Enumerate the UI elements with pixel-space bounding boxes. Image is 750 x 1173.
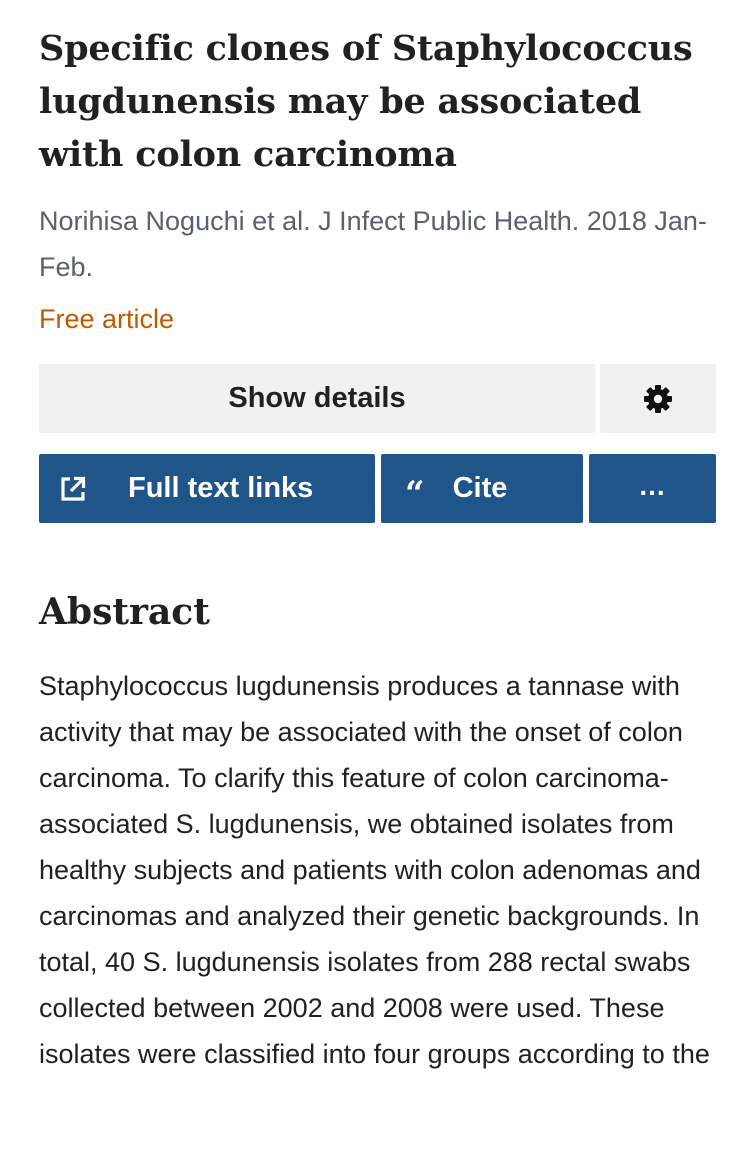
abstract-heading: Abstract: [39, 591, 210, 633]
article-citation: Norihisa Noguchi et al. J Infect Public …: [39, 206, 707, 282]
show-details-label: Show details: [228, 382, 406, 414]
article-title[interactable]: Specific clones of Staphylococcus lugdun…: [39, 22, 716, 181]
free-article-badge: Free article: [39, 304, 175, 334]
full-text-links-label: Full text links: [128, 472, 314, 504]
cite-button[interactable]: “ Cite: [381, 454, 583, 523]
more-icon: ...: [639, 469, 666, 501]
more-actions-button[interactable]: ...: [589, 454, 716, 523]
external-link-icon: [60, 476, 86, 502]
gear-icon: [643, 384, 673, 414]
cite-label: Cite: [452, 472, 508, 504]
full-text-links-button[interactable]: Full text links: [39, 454, 375, 523]
show-details-button[interactable]: Show details: [39, 364, 595, 433]
abstract-text: Staphylococcus lugdunensis produces a ta…: [39, 671, 710, 1069]
quote-icon: “: [405, 473, 425, 514]
display-settings-button[interactable]: [600, 364, 716, 433]
